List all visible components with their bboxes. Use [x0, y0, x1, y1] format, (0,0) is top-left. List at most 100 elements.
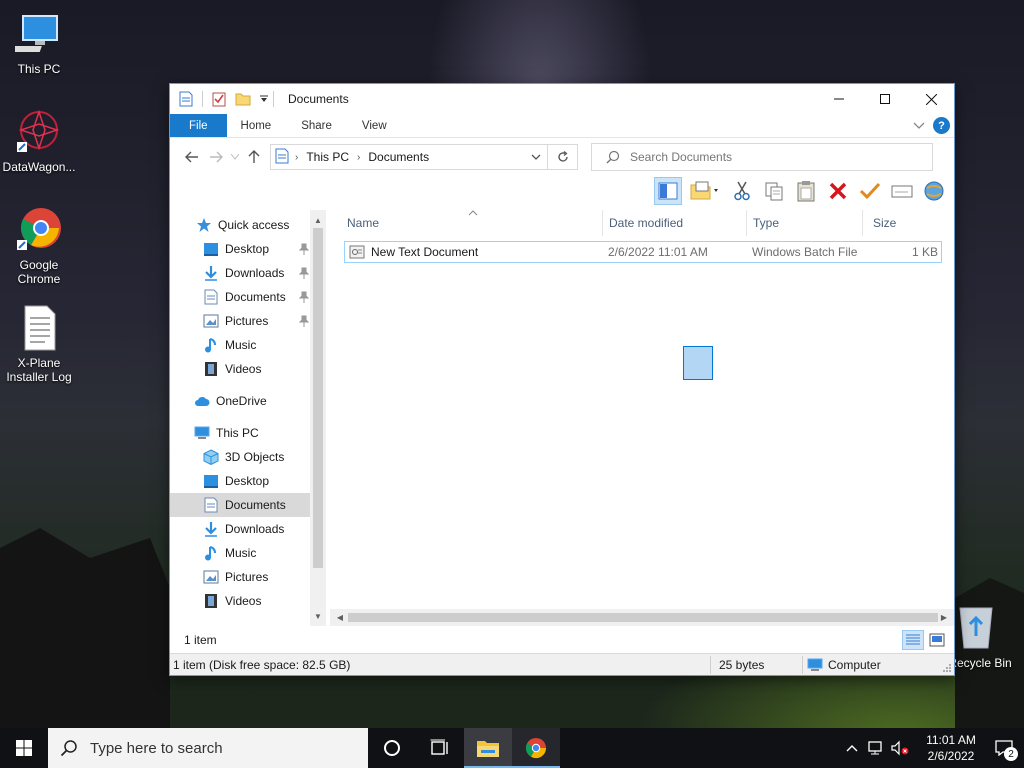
tab-file[interactable]: File [170, 114, 227, 137]
scroll-left-arrow-icon[interactable]: ◀ [332, 609, 348, 626]
show-hidden-icons-button[interactable] [840, 728, 864, 768]
document-properties-icon[interactable] [178, 91, 194, 107]
desktop-icon-xplane-log[interactable]: X-Plane Installer Log [0, 304, 78, 384]
nav-pc-desktop[interactable]: Desktop [203, 469, 269, 493]
taskbar-search-placeholder: Type here to search [90, 739, 223, 757]
cortana-button[interactable] [368, 728, 416, 768]
close-button[interactable] [908, 84, 954, 114]
scroll-down-arrow-icon[interactable]: ▼ [310, 608, 326, 624]
task-view-button[interactable] [416, 728, 464, 768]
properties-button[interactable] [686, 177, 724, 205]
address-bar[interactable]: › This PC › Documents [270, 144, 548, 170]
nav-quick-downloads[interactable]: Downloads [203, 261, 309, 285]
preview-pane-button[interactable] [654, 177, 682, 205]
chevron-up-icon [846, 745, 858, 752]
address-row: › This PC › Documents Search Documents [170, 138, 954, 176]
chevron-right-icon[interactable]: › [357, 152, 360, 163]
network-status-button[interactable] [864, 728, 888, 768]
nav-quick-pictures[interactable]: Pictures [203, 309, 309, 333]
details-view-button[interactable] [902, 630, 924, 650]
desktop-icon-label: This PC [17, 62, 61, 76]
delete-x-icon [829, 182, 847, 200]
divider [710, 656, 711, 674]
cube-icon [203, 449, 219, 465]
desktop-folder-icon [203, 241, 219, 257]
horizontal-scrollbar[interactable]: ◀ ▶ [330, 609, 954, 626]
resize-grip-icon[interactable] [942, 663, 952, 673]
large-icons-view-button[interactable] [926, 630, 948, 650]
column-header-type[interactable]: Type [736, 210, 856, 236]
scroll-right-arrow-icon[interactable]: ▶ [936, 609, 952, 626]
breadcrumb-this-pc[interactable]: This PC [306, 150, 349, 164]
nav-pc-videos[interactable]: Videos [203, 589, 261, 613]
item-count: 1 item [184, 633, 217, 647]
nav-this-pc[interactable]: This PC [194, 421, 259, 445]
breadcrumb-documents[interactable]: Documents [368, 150, 429, 164]
desktop-icon-this-pc[interactable]: This PC [0, 10, 78, 76]
nav-pc-downloads[interactable]: Downloads [203, 517, 284, 541]
pin-icon [299, 243, 309, 255]
rename-button[interactable] [856, 177, 884, 205]
back-button[interactable] [180, 145, 204, 169]
table-row[interactable]: New Text Document 2/6/2022 11:01 AM Wind… [344, 241, 942, 263]
customize-quick-access-icon[interactable] [259, 91, 269, 107]
nav-pc-3d-objects[interactable]: 3D Objects [203, 445, 284, 469]
recent-locations-button[interactable] [228, 145, 242, 169]
column-header-date-modified[interactable]: Date modified [592, 210, 736, 236]
download-arrow-icon [203, 265, 219, 281]
nav-label: Pictures [225, 570, 269, 584]
tab-home[interactable]: Home [227, 114, 286, 137]
address-dropdown-icon[interactable] [525, 154, 547, 160]
window-controls [816, 84, 954, 114]
search-input[interactable]: Search Documents [591, 143, 933, 171]
select-button[interactable] [888, 177, 916, 205]
scrollbar-thumb[interactable] [348, 613, 938, 622]
cloud-icon [194, 393, 210, 409]
properties-check-icon[interactable] [211, 91, 227, 107]
column-header-size[interactable]: Size [856, 210, 946, 236]
nav-quick-videos[interactable]: Videos [203, 357, 261, 381]
start-button[interactable] [0, 728, 48, 768]
scrollbar-thumb[interactable] [313, 228, 323, 568]
tab-view[interactable]: View [346, 114, 401, 137]
refresh-button[interactable] [548, 144, 578, 170]
nav-label: Downloads [225, 266, 285, 280]
preview-pane-icon [658, 182, 678, 200]
nav-quick-documents[interactable]: Documents [203, 285, 309, 309]
maximize-button[interactable] [862, 84, 908, 114]
scroll-up-arrow-icon[interactable]: ▲ [310, 212, 326, 228]
star-icon [196, 217, 212, 233]
taskbar-google-chrome[interactable] [512, 728, 560, 768]
taskbar-file-explorer[interactable] [464, 728, 512, 768]
nav-label: Desktop [225, 242, 270, 256]
chevron-right-icon[interactable]: › [295, 152, 298, 163]
nav-pc-documents[interactable]: Documents [170, 493, 310, 517]
action-center-button[interactable]: 2 [984, 728, 1024, 768]
delete-button[interactable] [824, 177, 852, 205]
new-folder-icon[interactable] [235, 91, 251, 107]
nav-onedrive[interactable]: OneDrive [194, 389, 267, 413]
view-switcher [902, 630, 948, 650]
copy-button[interactable] [760, 177, 788, 205]
nav-quick-access[interactable]: Quick access [196, 213, 289, 237]
desktop-icon-datawagon[interactable]: DataWagon... [0, 108, 78, 174]
forward-button[interactable] [204, 145, 228, 169]
expand-ribbon-icon[interactable] [913, 119, 925, 133]
tab-share[interactable]: Share [285, 114, 346, 137]
volume-button[interactable] [888, 728, 912, 768]
nav-quick-desktop[interactable]: Desktop [203, 237, 309, 261]
nav-pc-music[interactable]: Music [203, 541, 256, 565]
minimize-button[interactable] [816, 84, 862, 114]
nav-quick-music[interactable]: Music [203, 333, 256, 357]
nav-pc-pictures[interactable]: Pictures [203, 565, 268, 589]
cut-button[interactable] [728, 177, 756, 205]
taskbar-clock[interactable]: 11:01 AM 2/6/2022 [918, 732, 984, 764]
paste-button[interactable] [792, 177, 820, 205]
up-button[interactable] [242, 145, 266, 169]
help-icon[interactable]: ? [933, 117, 950, 134]
network-button[interactable] [920, 177, 948, 205]
desktop-icon-google-chrome[interactable]: Google Chrome [0, 206, 78, 286]
column-header-name[interactable]: Name [330, 210, 602, 236]
nav-pane-scrollbar[interactable]: ▲ ▼ [310, 210, 326, 626]
taskbar-search-input[interactable]: Type here to search [48, 728, 368, 768]
